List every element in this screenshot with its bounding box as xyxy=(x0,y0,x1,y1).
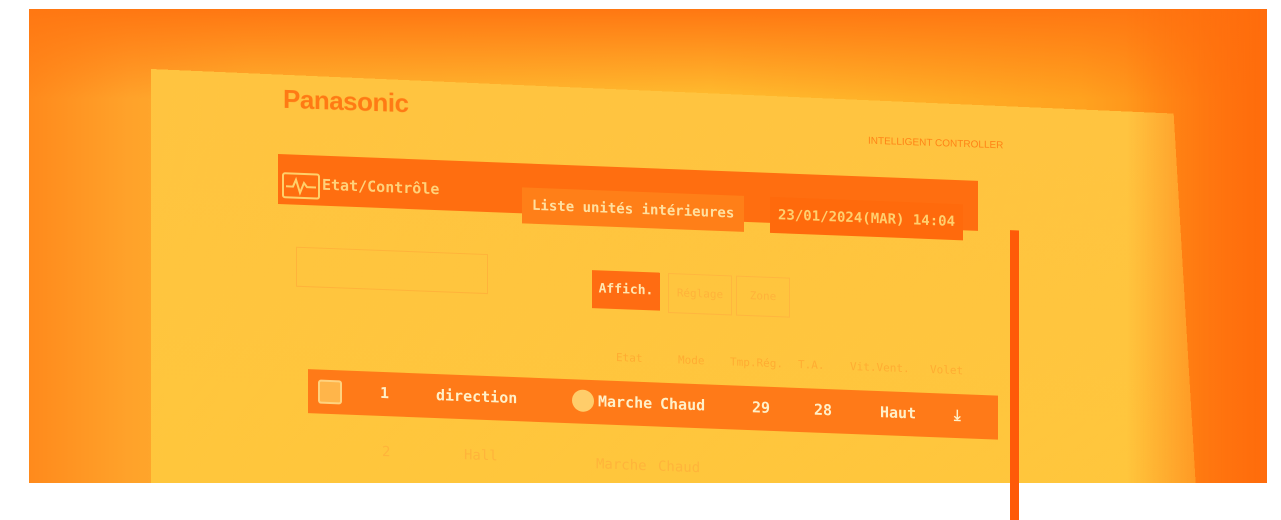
row-mode: Chaud xyxy=(658,459,700,477)
row-setpoint: 29 xyxy=(752,398,770,417)
table-row[interactable]: 1 direction Marche Chaud 29 28 Haut ⤓ xyxy=(308,369,998,440)
datetime-display: 23/01/2024(MAR) 14:04 xyxy=(770,197,963,240)
status-pulse-icon xyxy=(282,172,320,199)
row-unit-name: Hall xyxy=(464,447,498,464)
column-header-louver: Volet xyxy=(930,363,963,377)
screen-side-bar xyxy=(1010,230,1019,520)
row-room-temp: 28 xyxy=(814,401,832,420)
row-status: Marche xyxy=(598,392,652,412)
row-number: 1 xyxy=(380,384,389,402)
column-header-mode: Mode xyxy=(678,353,705,367)
row-checkbox[interactable] xyxy=(318,380,342,405)
indoor-units-list-button[interactable]: Liste unités intérieures xyxy=(522,187,744,232)
column-header-room-temp: T.A. xyxy=(798,358,825,372)
filter-box[interactable] xyxy=(296,247,488,294)
settings-button[interactable]: Réglage xyxy=(668,273,732,315)
column-header-setpoint: Tmp.Rég. xyxy=(730,355,783,370)
photo-right-shadow xyxy=(1127,9,1267,483)
column-header-etat: Etat xyxy=(616,351,643,365)
row-fan-speed: Haut xyxy=(880,403,916,422)
brand-logo: Panasonic xyxy=(283,84,409,119)
column-header-fan: Vit.Vent. xyxy=(850,360,910,375)
globe-icon xyxy=(572,389,594,412)
affich-button[interactable]: Affich. xyxy=(592,270,660,311)
zone-button[interactable]: Zone xyxy=(736,276,790,318)
row-status: Marche xyxy=(596,456,647,474)
controller-screen: Etat/Contrôle Liste unités intérieures 2… xyxy=(278,154,1018,512)
row-number: 2 xyxy=(382,444,390,460)
row-unit-name: direction xyxy=(436,386,517,407)
louver-icon: ⤓ xyxy=(954,406,961,424)
row-mode: Chaud xyxy=(660,395,705,415)
